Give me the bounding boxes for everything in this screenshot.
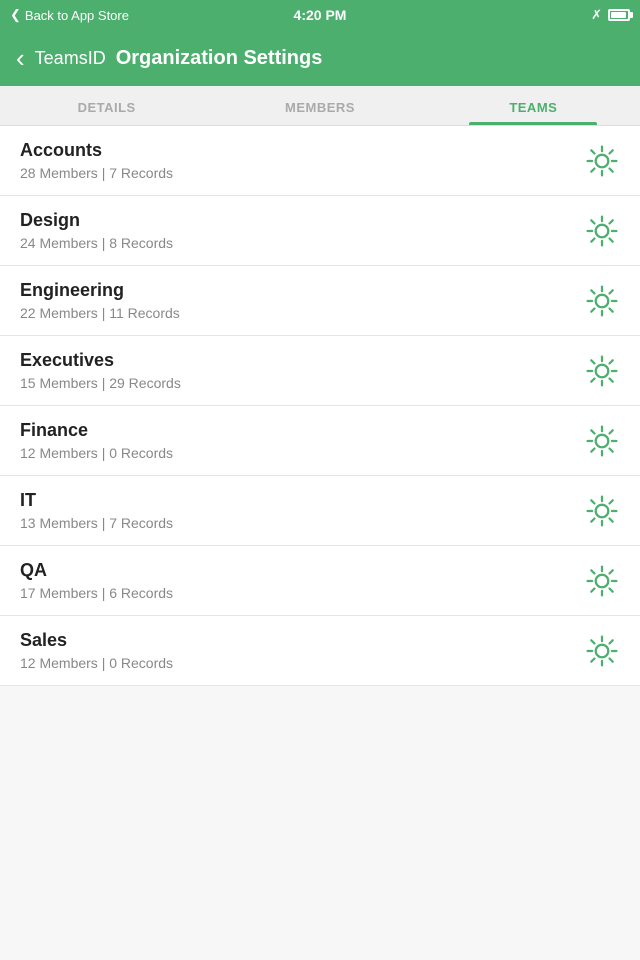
team-info: QA 17 Members | 6 Records: [20, 560, 173, 601]
gear-icon[interactable]: [584, 213, 620, 249]
bluetooth-icon: ✗: [591, 7, 602, 23]
team-item[interactable]: Executives 15 Members | 29 Records: [0, 336, 640, 406]
status-time: 4:20 PM: [294, 7, 347, 23]
back-chevron-icon: ❮: [10, 7, 21, 23]
nav-back-chevron-icon[interactable]: ‹: [16, 45, 25, 71]
team-info: Finance 12 Members | 0 Records: [20, 420, 173, 461]
team-meta: 17 Members | 6 Records: [20, 585, 173, 601]
nav-page-title: Organization Settings: [116, 47, 323, 70]
team-item[interactable]: Design 24 Members | 8 Records: [0, 196, 640, 266]
team-info: Sales 12 Members | 0 Records: [20, 630, 173, 671]
battery-icon: [608, 9, 630, 21]
team-item[interactable]: Finance 12 Members | 0 Records: [0, 406, 640, 476]
status-icons: ✗: [591, 7, 630, 23]
teams-list: Accounts 28 Members | 7 Records Desi: [0, 126, 640, 686]
team-info: IT 13 Members | 7 Records: [20, 490, 173, 531]
team-name: QA: [20, 560, 173, 581]
team-name: Executives: [20, 350, 181, 371]
team-item[interactable]: Sales 12 Members | 0 Records: [0, 616, 640, 686]
tab-details[interactable]: DETAILS: [0, 86, 213, 125]
back-to-app-store-label: Back to App Store: [25, 8, 129, 23]
team-name: Engineering: [20, 280, 180, 301]
gear-icon[interactable]: [584, 633, 620, 669]
team-meta: 22 Members | 11 Records: [20, 305, 180, 321]
team-name: Sales: [20, 630, 173, 651]
gear-icon[interactable]: [584, 283, 620, 319]
team-info: Accounts 28 Members | 7 Records: [20, 140, 173, 181]
gear-icon[interactable]: [584, 423, 620, 459]
status-bar: ❮ Back to App Store 4:20 PM ✗: [0, 0, 640, 30]
team-info: Design 24 Members | 8 Records: [20, 210, 173, 251]
team-item[interactable]: QA 17 Members | 6 Records: [0, 546, 640, 616]
team-meta: 12 Members | 0 Records: [20, 655, 173, 671]
team-meta: 13 Members | 7 Records: [20, 515, 173, 531]
nav-bar: ‹ TeamsID Organization Settings: [0, 30, 640, 86]
team-name: Design: [20, 210, 173, 231]
team-item[interactable]: Accounts 28 Members | 7 Records: [0, 126, 640, 196]
gear-icon[interactable]: [584, 563, 620, 599]
team-meta: 28 Members | 7 Records: [20, 165, 173, 181]
team-item[interactable]: IT 13 Members | 7 Records: [0, 476, 640, 546]
tab-teams[interactable]: TEAMS: [427, 86, 640, 125]
tab-bar: DETAILS MEMBERS TEAMS: [0, 86, 640, 126]
team-item[interactable]: Engineering 22 Members | 11 Records: [0, 266, 640, 336]
team-meta: 15 Members | 29 Records: [20, 375, 181, 391]
nav-app-name: TeamsID: [35, 48, 106, 69]
team-meta: 24 Members | 8 Records: [20, 235, 173, 251]
team-name: Finance: [20, 420, 173, 441]
team-info: Executives 15 Members | 29 Records: [20, 350, 181, 391]
team-meta: 12 Members | 0 Records: [20, 445, 173, 461]
gear-icon[interactable]: [584, 493, 620, 529]
tab-members[interactable]: MEMBERS: [213, 86, 426, 125]
team-name: Accounts: [20, 140, 173, 161]
team-name: IT: [20, 490, 173, 511]
back-to-app-store[interactable]: ❮ Back to App Store: [10, 7, 129, 23]
team-info: Engineering 22 Members | 11 Records: [20, 280, 180, 321]
gear-icon[interactable]: [584, 353, 620, 389]
gear-icon[interactable]: [584, 143, 620, 179]
